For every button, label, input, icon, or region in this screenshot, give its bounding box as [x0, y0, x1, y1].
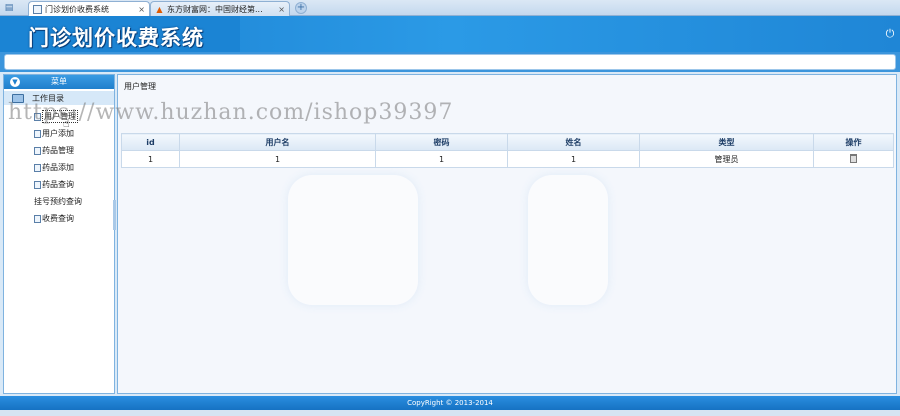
document-icon	[34, 163, 41, 172]
sidebar-item-charge-query[interactable]: 收费查询	[34, 210, 114, 227]
sidebar-item-drug-management[interactable]: 药品管理	[34, 142, 114, 159]
cursor-icon: ☝	[63, 117, 70, 130]
tab-title: 门诊划价收费系统	[45, 4, 109, 14]
main-panel: 用户管理 id 用户名 密码 姓名 类型 操作 1 1 1 1 管理员	[117, 74, 897, 394]
sidebar-item-label: 挂号预约查询	[34, 197, 82, 206]
sidebar-item-user-add[interactable]: 用户添加	[34, 125, 114, 142]
document-icon	[34, 112, 41, 121]
sidebar-menu: 用户管理 用户添加 药品管理 药品添加 药品查询 挂号预约查询 收费查询	[4, 105, 114, 227]
sidebar-folder-label: 工作目录	[32, 93, 64, 103]
cell-id: 1	[121, 150, 180, 168]
sidebar-item-label: 药品管理	[42, 146, 74, 155]
tab-close-icon[interactable]: ×	[278, 5, 285, 14]
sidebar-item-label: 收费查询	[42, 214, 74, 223]
document-icon	[34, 214, 41, 223]
footer: CopyRight © 2013-2014	[0, 396, 900, 410]
toolbar-strip	[0, 52, 900, 72]
toolbar-panel	[4, 54, 896, 70]
background-decoration	[288, 175, 608, 315]
favicon-fire-icon: ▲	[156, 4, 163, 14]
browser-tab-inactive[interactable]: ▲ 东方财富网：中国财经第... ×	[150, 1, 290, 16]
new-tab-button[interactable]: +	[295, 2, 307, 14]
cell-type: 管理员	[639, 150, 814, 168]
sidebar-splitter[interactable]	[113, 200, 116, 230]
column-header-username[interactable]: 用户名	[179, 133, 376, 151]
favicon-doc-icon	[33, 4, 42, 14]
document-icon	[34, 180, 41, 189]
column-header-type[interactable]: 类型	[639, 133, 814, 151]
tab-close-icon[interactable]: ×	[138, 5, 145, 14]
sidebar-item-label: 用户管理	[42, 110, 78, 123]
document-icon	[34, 129, 41, 138]
user-table: id 用户名 密码 姓名 类型 操作 1 1 1 1 管理员	[121, 133, 894, 168]
column-header-name[interactable]: 姓名	[507, 133, 640, 151]
sidebar-item-user-management[interactable]: 用户管理	[34, 108, 114, 125]
folder-icon	[12, 93, 24, 103]
sidebar: ▼ 菜单 工作目录 用户管理 用户添加 药品管理 药品添加 药品查询 挂号预约查…	[3, 74, 115, 394]
column-header-id[interactable]: id	[121, 133, 180, 151]
power-icon[interactable]: ⏻	[884, 28, 896, 40]
sidebar-item-drug-query[interactable]: 药品查询	[34, 176, 114, 193]
chevron-down-icon[interactable]: ▼	[10, 77, 20, 87]
sidebar-item-drug-add[interactable]: 药品添加	[34, 159, 114, 176]
browser-tab-bar: ▤ 门诊划价收费系统 × ▲ 东方财富网：中国财经第... × +	[0, 0, 900, 16]
table-row[interactable]: 1 1 1 1 管理员	[121, 150, 894, 168]
tab-title: 东方财富网：中国财经第...	[167, 4, 263, 14]
sidebar-item-appointment-query[interactable]: 挂号预约查询	[34, 193, 114, 210]
column-header-actions[interactable]: 操作	[813, 133, 894, 151]
cell-password: 1	[375, 150, 508, 168]
trash-icon[interactable]	[850, 153, 857, 163]
menu-icon[interactable]: ▤	[2, 2, 16, 14]
breadcrumb: 用户管理	[124, 82, 156, 91]
status-bar	[0, 410, 900, 416]
cell-username: 1	[179, 150, 376, 168]
browser-tab-active[interactable]: 门诊划价收费系统 ×	[28, 1, 150, 16]
cell-name: 1	[507, 150, 640, 168]
sidebar-header[interactable]: ▼ 菜单	[4, 75, 114, 89]
sidebar-item-label: 药品查询	[42, 180, 74, 189]
logo-area: 门诊划价收费系统	[0, 16, 240, 52]
cell-actions	[813, 150, 894, 168]
column-header-password[interactable]: 密码	[375, 133, 508, 151]
sidebar-item-label: 药品添加	[42, 163, 74, 172]
sidebar-title: 菜单	[51, 77, 67, 86]
app-header: 门诊划价收费系统 ⏻	[0, 16, 900, 52]
table-header-row: id 用户名 密码 姓名 类型 操作	[121, 133, 894, 151]
document-icon	[34, 146, 41, 155]
app-logo: 门诊划价收费系统	[28, 26, 204, 50]
sidebar-folder[interactable]: 工作目录	[4, 91, 114, 105]
